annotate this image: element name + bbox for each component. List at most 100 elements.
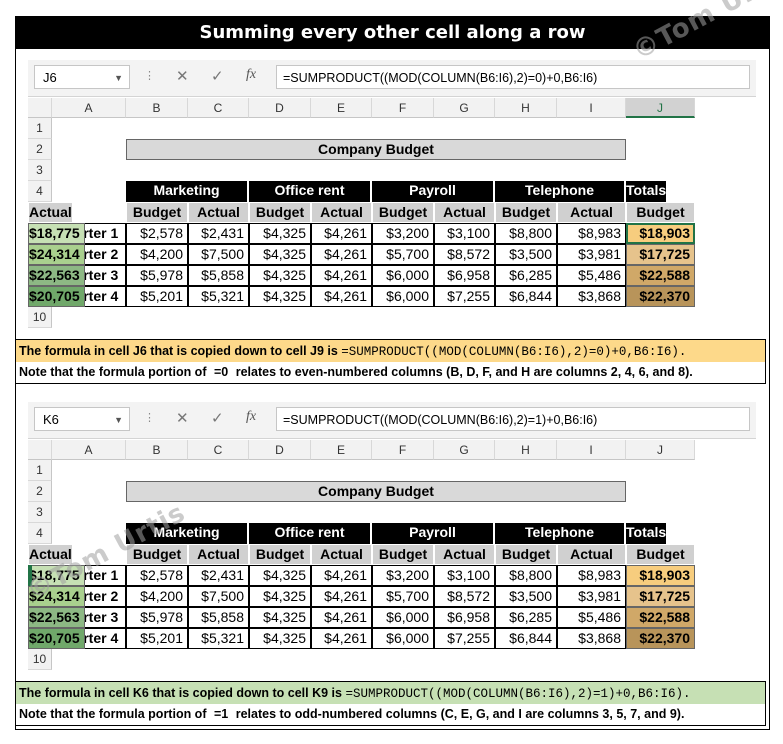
table-cell[interactable]: $18,903	[626, 565, 695, 586]
row-header-2[interactable]: 2	[28, 481, 52, 502]
column-header-a[interactable]: A	[52, 440, 126, 460]
insert-function-icon[interactable]: fx	[246, 409, 256, 425]
table-cell[interactable]: $17,725	[626, 586, 695, 607]
table-cell[interactable]: $3,200	[372, 223, 434, 244]
table-cell[interactable]: $3,981	[557, 586, 626, 607]
table-cell[interactable]: $18,775	[28, 223, 85, 244]
row-header-2[interactable]: 2	[28, 139, 52, 160]
column-header-b[interactable]: B	[126, 98, 188, 118]
column-header-d[interactable]: D	[249, 440, 311, 460]
cancel-icon[interactable]: ✕	[176, 67, 189, 85]
table-cell[interactable]: $6,285	[495, 265, 557, 286]
name-box[interactable]: J6 ▼	[34, 65, 130, 89]
table-cell[interactable]: $4,325	[249, 244, 311, 265]
table-cell[interactable]: $2,578	[126, 223, 188, 244]
table-cell[interactable]: $20,705	[28, 286, 85, 307]
table-cell[interactable]: $5,858	[188, 265, 249, 286]
enter-check-icon[interactable]: ✓	[211, 67, 224, 85]
cancel-icon[interactable]: ✕	[176, 409, 189, 427]
table-cell[interactable]: $3,500	[495, 244, 557, 265]
table-cell[interactable]: $5,858	[188, 607, 249, 628]
table-cell[interactable]: $8,572	[434, 586, 495, 607]
table-cell[interactable]: $4,261	[311, 565, 372, 586]
column-header-i[interactable]: I	[557, 98, 626, 118]
table-cell[interactable]: $2,431	[188, 565, 249, 586]
table-cell[interactable]: $5,321	[188, 286, 249, 307]
table-cell[interactable]: $3,868	[557, 628, 626, 649]
row-header-10[interactable]: 10	[28, 307, 52, 328]
table-cell[interactable]: $4,261	[311, 628, 372, 649]
table-cell[interactable]: $3,868	[557, 286, 626, 307]
column-header-d[interactable]: D	[249, 98, 311, 118]
table-cell[interactable]: $2,431	[188, 223, 249, 244]
table-cell[interactable]: $6,000	[372, 265, 434, 286]
column-header-j[interactable]: J	[626, 98, 695, 118]
table-cell[interactable]: $6,285	[495, 607, 557, 628]
column-header-e[interactable]: E	[311, 98, 372, 118]
table-cell[interactable]: $4,261	[311, 586, 372, 607]
column-header-f[interactable]: F	[372, 440, 434, 460]
formula-input[interactable]: =SUMPRODUCT((MOD(COLUMN(B6:I6),2)=1)+0,B…	[276, 407, 750, 431]
table-cell[interactable]: $5,700	[372, 586, 434, 607]
chevron-down-icon[interactable]: ▼	[114, 408, 123, 432]
column-header-g[interactable]: G	[434, 440, 495, 460]
table-cell[interactable]: $7,500	[188, 244, 249, 265]
table-cell[interactable]: $5,201	[126, 628, 188, 649]
row-header-10[interactable]: 10	[28, 649, 52, 670]
column-header-e[interactable]: E	[311, 440, 372, 460]
row-header-4[interactable]: 4	[28, 181, 52, 202]
table-cell[interactable]: $4,325	[249, 286, 311, 307]
table-cell[interactable]: $22,588	[626, 265, 695, 286]
row-header-1[interactable]: 1	[28, 118, 52, 139]
column-header-a[interactable]: A	[52, 98, 126, 118]
column-header-h[interactable]: H	[495, 98, 557, 118]
table-cell[interactable]: $6,958	[434, 265, 495, 286]
table-cell[interactable]: $4,325	[249, 628, 311, 649]
table-cell[interactable]: $6,844	[495, 286, 557, 307]
table-cell[interactable]: $8,572	[434, 244, 495, 265]
table-cell[interactable]: $7,255	[434, 286, 495, 307]
table-cell[interactable]: $3,100	[434, 223, 495, 244]
table-cell[interactable]: $4,325	[249, 565, 311, 586]
select-all-corner[interactable]	[28, 440, 52, 460]
table-cell[interactable]: $24,314	[28, 244, 85, 265]
table-cell[interactable]: $4,325	[249, 607, 311, 628]
table-cell[interactable]: $3,200	[372, 565, 434, 586]
table-cell[interactable]: $4,325	[249, 586, 311, 607]
table-cell[interactable]: $2,578	[126, 565, 188, 586]
column-header-b[interactable]: B	[126, 440, 188, 460]
row-header-4[interactable]: 4	[28, 523, 52, 544]
row-header-3[interactable]: 3	[28, 160, 52, 181]
table-cell[interactable]: $8,983	[557, 565, 626, 586]
table-cell[interactable]: $7,500	[188, 586, 249, 607]
table-cell[interactable]: $8,800	[495, 565, 557, 586]
table-cell[interactable]: $4,200	[126, 586, 188, 607]
column-header-c[interactable]: C	[188, 440, 249, 460]
table-cell[interactable]: $4,325	[249, 265, 311, 286]
table-cell[interactable]: $4,261	[311, 607, 372, 628]
column-header-j[interactable]: J	[626, 440, 695, 460]
table-cell[interactable]: $7,255	[434, 628, 495, 649]
table-cell[interactable]: $20,705	[28, 628, 85, 649]
table-cell[interactable]: $5,321	[188, 628, 249, 649]
row-header-3[interactable]: 3	[28, 502, 52, 523]
table-cell[interactable]: $8,983	[557, 223, 626, 244]
table-cell[interactable]: $4,261	[311, 265, 372, 286]
table-cell[interactable]: $5,486	[557, 265, 626, 286]
column-header-c[interactable]: C	[188, 98, 249, 118]
column-header-h[interactable]: H	[495, 440, 557, 460]
table-cell[interactable]: $6,000	[372, 628, 434, 649]
formula-input[interactable]: =SUMPRODUCT((MOD(COLUMN(B6:I6),2)=0)+0,B…	[276, 65, 750, 89]
table-cell[interactable]: $5,978	[126, 265, 188, 286]
table-cell[interactable]: $3,500	[495, 586, 557, 607]
table-cell[interactable]: $4,261	[311, 244, 372, 265]
insert-function-icon[interactable]: fx	[246, 67, 256, 83]
table-cell[interactable]: $3,100	[434, 565, 495, 586]
table-cell[interactable]: $22,588	[626, 607, 695, 628]
row-header-1[interactable]: 1	[28, 460, 52, 481]
table-cell[interactable]: $6,000	[372, 607, 434, 628]
table-cell[interactable]: $22,370	[626, 628, 695, 649]
table-cell[interactable]: $6,958	[434, 607, 495, 628]
table-cell[interactable]: $5,486	[557, 607, 626, 628]
table-cell[interactable]: $22,370	[626, 286, 695, 307]
